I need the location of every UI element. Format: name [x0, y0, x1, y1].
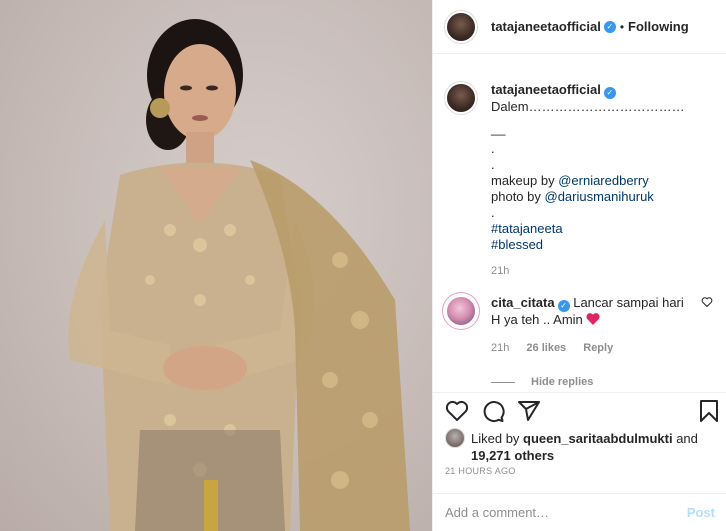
commenter-username[interactable]: cita_citata — [491, 295, 555, 310]
liker-avatar[interactable] — [445, 428, 465, 448]
post-header: tatajaneetaofficial ✓ • Following — [433, 0, 726, 54]
comment-icon[interactable] — [481, 399, 505, 423]
liked-by-and: and — [672, 431, 698, 446]
likes-count[interactable]: 19,271 others — [471, 448, 554, 463]
red-heart-emoji — [586, 313, 600, 325]
post-image[interactable] — [0, 0, 432, 531]
verified-badge-icon: ✓ — [603, 87, 616, 99]
caption: tatajaneetaofficial ✓ Dalem……………………………… _… — [445, 82, 715, 279]
caption-line: . — [491, 205, 495, 220]
caption-makeup-credit: makeup by @erniaredberry — [491, 173, 713, 189]
photo-prefix: photo by — [491, 189, 545, 204]
hashtag-link[interactable]: #tatajaneeta — [491, 221, 713, 237]
caption-body: tatajaneetaofficial ✓ Dalem……………………………… _… — [491, 82, 713, 279]
makeup-prefix: makeup by — [491, 173, 559, 188]
post-details-panel: tatajaneetaofficial ✓ • Following tataja… — [432, 0, 726, 531]
caption-line: . — [491, 141, 495, 156]
likes-summary: Liked by queen_saritaabdulmukti and 19,2… — [445, 428, 717, 464]
caption-author-avatar[interactable] — [445, 82, 477, 114]
verified-badge-icon: ✓ — [603, 20, 616, 33]
comment-time[interactable]: 21h — [491, 342, 509, 354]
comment-body: cita_citata ✓ Lancar sampai hari H ya teh… — [491, 295, 691, 356]
like-comment-heart-icon[interactable] — [701, 296, 713, 308]
photographer-link[interactable]: @dariusmanihuruk — [545, 189, 654, 204]
commenter-avatar[interactable] — [445, 295, 477, 327]
comments-section: tatajaneetaofficial ✓ Dalem……………………………… _… — [433, 54, 726, 392]
caption-author-username[interactable]: tatajaneetaofficial — [491, 82, 601, 97]
caption-time: 21h — [491, 263, 713, 279]
verified-badge-icon: ✓ — [557, 300, 570, 312]
makeup-artist-link[interactable]: @erniaredberry — [558, 173, 649, 188]
caption-photo-credit: photo by @dariusmanihuruk — [491, 189, 713, 205]
liked-by-prefix: Liked by — [471, 431, 524, 446]
comment-likes[interactable]: 26 likes — [526, 342, 566, 354]
hide-replies-button[interactable]: Hide replies — [491, 376, 715, 388]
author-avatar[interactable] — [445, 10, 477, 43]
hashtag-link[interactable]: #blessed — [491, 237, 713, 253]
add-comment-bar: Post — [433, 493, 726, 531]
post-photo-illustration — [68, 19, 410, 531]
comment-item: cita_citata ✓ Lancar sampai hari H ya teh… — [445, 295, 715, 356]
caption-timestamp[interactable]: 21h — [491, 265, 509, 277]
following-button[interactable]: Following — [628, 19, 689, 34]
share-icon[interactable] — [517, 399, 541, 423]
caption-first-line: Dalem……………………………… — [491, 99, 685, 114]
caption-line: __ — [491, 121, 506, 136]
comment-text: Lancar sampai hari — [573, 295, 684, 310]
comment-meta: 21h 26 likes Reply — [491, 340, 691, 356]
caption-line: . — [491, 157, 495, 172]
liker-username[interactable]: queen_saritaabdulmukti — [523, 431, 673, 446]
comment-text: H ya teh .. Amin — [491, 312, 583, 327]
post-timestamp[interactable]: 21 HOURS AGO — [445, 466, 516, 476]
post-comment-button[interactable]: Post — [687, 505, 715, 520]
author-username[interactable]: tatajaneetaofficial — [491, 19, 601, 34]
hide-replies-label: Hide replies — [531, 376, 594, 388]
heart-icon[interactable] — [445, 399, 469, 423]
bookmark-icon[interactable] — [697, 399, 721, 423]
hide-replies-line — [491, 381, 515, 383]
separator-dot: • — [619, 19, 625, 34]
action-bar — [433, 392, 726, 426]
reply-button[interactable]: Reply — [583, 342, 613, 354]
comment-input[interactable] — [445, 505, 687, 520]
